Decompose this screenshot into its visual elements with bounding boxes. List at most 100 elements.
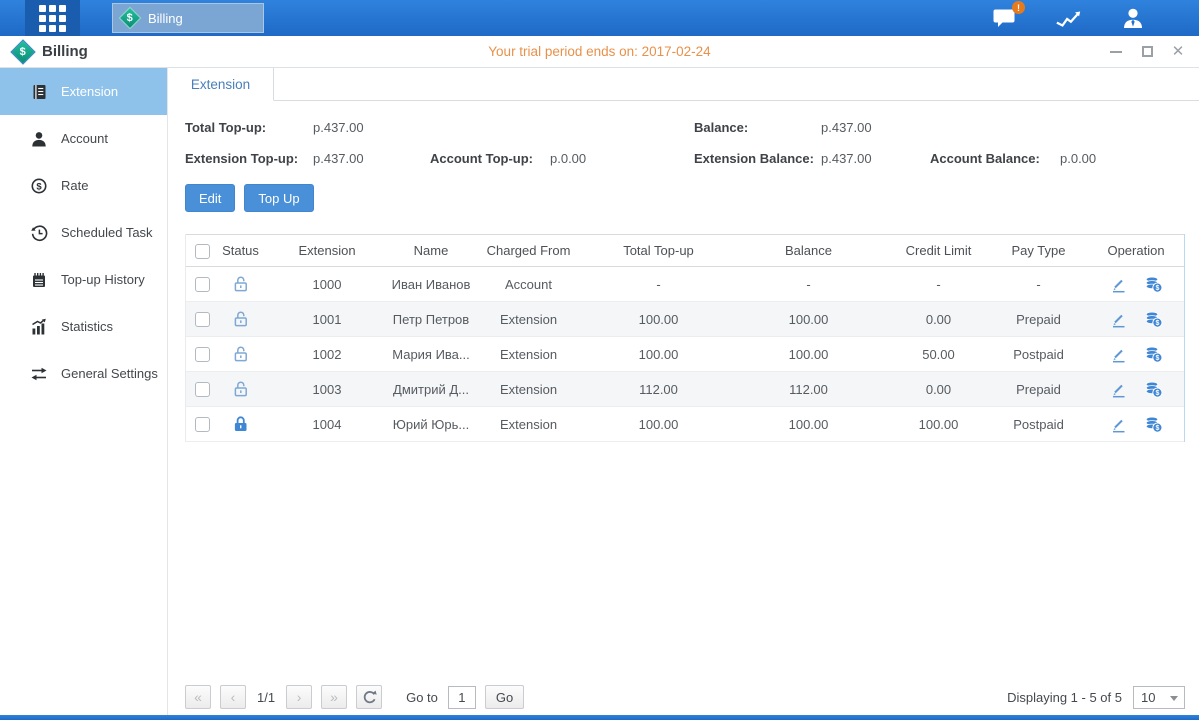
- edit-icon[interactable]: [1110, 311, 1127, 328]
- page-info: 1/1: [257, 690, 275, 705]
- cell-credit-limit: 0.00: [886, 312, 991, 327]
- col-charged-from[interactable]: Charged From: [471, 243, 586, 258]
- status-lock-toggle[interactable]: [218, 345, 263, 363]
- row-checkbox[interactable]: [195, 277, 210, 292]
- first-page-button[interactable]: «: [185, 685, 211, 709]
- sidebar-item-general-settings[interactable]: General Settings: [0, 350, 167, 397]
- cell-name: Юрий Юрь...: [391, 417, 471, 432]
- messages-icon[interactable]: !: [991, 6, 1019, 30]
- sidebar-item-statistics[interactable]: Statistics: [0, 303, 167, 350]
- unlocked-icon: [232, 275, 249, 293]
- sidebar-item-account[interactable]: Account: [0, 115, 167, 162]
- edit-icon[interactable]: [1110, 381, 1127, 398]
- account-balance-value: p.0.00: [1060, 151, 1185, 166]
- topup-icon[interactable]: $: [1144, 310, 1163, 328]
- extension-balance-label: Extension Balance:: [694, 151, 821, 166]
- cell-name: Петр Петров: [391, 312, 471, 327]
- sidebar-item-label: Extension: [61, 84, 118, 99]
- sidebar-item-extension[interactable]: Extension: [0, 68, 167, 115]
- edit-icon[interactable]: [1110, 276, 1127, 293]
- topup-icon[interactable]: $: [1144, 380, 1163, 398]
- cell-pay-type: Prepaid: [991, 382, 1086, 397]
- col-credit-limit[interactable]: Credit Limit: [886, 243, 991, 258]
- pagination-bar: « ‹ 1/1 › » Go to Go Displaying 1 - 5 of…: [185, 685, 1185, 709]
- select-all-checkbox[interactable]: [195, 244, 210, 259]
- sidebar-item-label: Top-up History: [61, 272, 145, 287]
- status-lock-toggle[interactable]: [218, 310, 263, 328]
- cell-pay-type: Postpaid: [991, 417, 1086, 432]
- tab-label: Extension: [191, 77, 250, 92]
- sidebar-item-scheduled-task[interactable]: Scheduled Task: [0, 209, 167, 256]
- cell-credit-limit: -: [886, 277, 991, 292]
- goto-page-input[interactable]: [448, 686, 476, 709]
- svg-text:$: $: [1155, 390, 1159, 397]
- sidebar-item-label: Rate: [61, 178, 88, 193]
- cell-total-topup: 100.00: [586, 347, 731, 362]
- topup-icon[interactable]: $: [1144, 275, 1163, 293]
- taskbar-tab-billing[interactable]: $ Billing: [112, 3, 264, 33]
- edit-icon[interactable]: [1110, 346, 1127, 363]
- last-page-button[interactable]: »: [321, 685, 347, 709]
- tab-extension[interactable]: Extension: [168, 68, 274, 101]
- status-lock-toggle[interactable]: [218, 275, 263, 293]
- col-pay-type[interactable]: Pay Type: [991, 243, 1086, 258]
- svg-text:$: $: [36, 181, 42, 192]
- window-title-bar: $ Billing Your trial period ends on: 201…: [0, 36, 1199, 68]
- col-operation: Operation: [1086, 243, 1186, 258]
- row-checkbox[interactable]: [195, 312, 210, 327]
- col-name[interactable]: Name: [391, 243, 471, 258]
- unlocked-icon: [232, 310, 249, 328]
- page-size-value: 10: [1141, 690, 1155, 705]
- scheduled-task-icon: [30, 224, 48, 242]
- next-page-button[interactable]: ›: [286, 685, 312, 709]
- balance-summary: Total Top-up: p.437.00 Balance: p.437.00…: [185, 120, 1185, 166]
- cell-extension: 1003: [263, 382, 391, 397]
- resource-monitor-icon[interactable]: [1055, 6, 1083, 30]
- topup-icon[interactable]: $: [1144, 415, 1163, 433]
- maximize-icon[interactable]: [1140, 45, 1154, 59]
- cell-total-topup: 100.00: [586, 417, 731, 432]
- edit-button[interactable]: Edit: [185, 184, 235, 212]
- cell-name: Мария Ива...: [391, 347, 471, 362]
- extension-topup-value: p.437.00: [313, 151, 430, 166]
- user-icon[interactable]: [1119, 6, 1147, 30]
- col-status[interactable]: Status: [218, 243, 263, 258]
- minimize-icon[interactable]: [1109, 45, 1123, 59]
- refresh-button[interactable]: [356, 685, 382, 709]
- window-title: Billing: [42, 43, 88, 60]
- sidebar-item-topup-history[interactable]: Top-up History: [0, 256, 167, 303]
- cell-charged-from: Account: [471, 277, 586, 292]
- row-checkbox[interactable]: [195, 417, 210, 432]
- top-up-button[interactable]: Top Up: [244, 184, 313, 212]
- unlocked-icon: [232, 345, 249, 363]
- goto-label: Go to: [406, 690, 438, 705]
- row-checkbox[interactable]: [195, 347, 210, 362]
- extension-icon: [30, 83, 48, 101]
- notification-badge: !: [1012, 1, 1025, 14]
- go-button[interactable]: Go: [485, 685, 524, 709]
- svg-text:$: $: [1155, 285, 1159, 292]
- cell-balance: 100.00: [731, 347, 886, 362]
- cell-credit-limit: 50.00: [886, 347, 991, 362]
- col-extension[interactable]: Extension: [263, 243, 391, 258]
- page-size-select[interactable]: 10: [1133, 686, 1185, 709]
- status-lock-toggle[interactable]: [218, 415, 263, 433]
- cell-total-topup: 100.00: [586, 312, 731, 327]
- row-checkbox[interactable]: [195, 382, 210, 397]
- status-lock-toggle[interactable]: [218, 380, 263, 398]
- chevron-down-icon: [1170, 696, 1178, 701]
- cell-extension: 1002: [263, 347, 391, 362]
- sidebar-item-label: Scheduled Task: [61, 225, 153, 240]
- tab-content: Total Top-up: p.437.00 Balance: p.437.00…: [168, 101, 1199, 715]
- col-total-topup[interactable]: Total Top-up: [586, 243, 731, 258]
- edit-icon[interactable]: [1110, 416, 1127, 433]
- sidebar-item-rate[interactable]: $ Rate: [0, 162, 167, 209]
- cell-charged-from: Extension: [471, 382, 586, 397]
- topup-icon[interactable]: $: [1144, 345, 1163, 363]
- cell-extension: 1000: [263, 277, 391, 292]
- apps-menu-button[interactable]: [25, 0, 80, 36]
- window-controls: ✕: [1109, 45, 1185, 59]
- close-icon[interactable]: ✕: [1171, 45, 1185, 59]
- prev-page-button[interactable]: ‹: [220, 685, 246, 709]
- col-balance[interactable]: Balance: [731, 243, 886, 258]
